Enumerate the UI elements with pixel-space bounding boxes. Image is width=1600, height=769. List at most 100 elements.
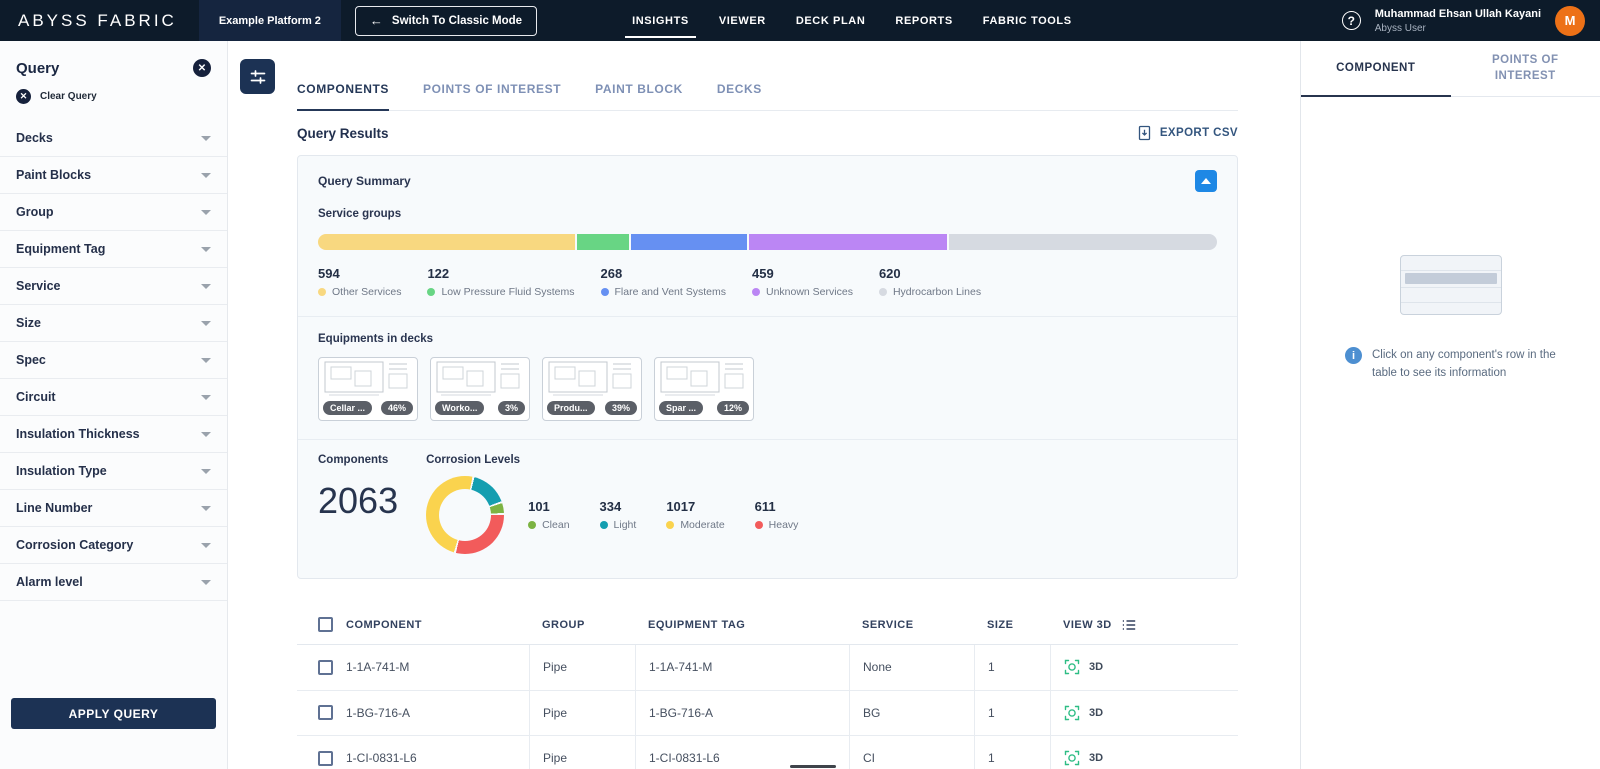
platform-selector[interactable]: Example Platform 2 bbox=[199, 0, 341, 41]
export-csv-button[interactable]: EXPORT CSV bbox=[1137, 125, 1238, 141]
cell-view3d[interactable]: 3D bbox=[1050, 645, 1238, 690]
components-table-body: 1-1A-741-MPipe1-1A-741-MNone13D1-BG-716-… bbox=[297, 645, 1238, 769]
table-row[interactable]: 1-BG-716-APipe1-BG-716-ABG13D bbox=[297, 691, 1238, 737]
equipments-in-decks-title: Equipments in decks bbox=[318, 333, 1217, 345]
legend-value: 594 bbox=[318, 266, 401, 281]
cell-text: 3D bbox=[1089, 752, 1103, 764]
switch-classic-mode-button[interactable]: ← Switch To Classic Mode bbox=[355, 6, 537, 36]
corrosion-levels-block: Corrosion Levels 101Clean334Light1017Mod… bbox=[426, 454, 798, 554]
view-3d-icon bbox=[1064, 750, 1080, 766]
column-header-label: VIEW 3D bbox=[1063, 619, 1112, 631]
column-header-equipment-tag[interactable]: EQUIPMENT TAG bbox=[635, 619, 849, 631]
column-header-view-3d[interactable]: VIEW 3D bbox=[1050, 619, 1238, 631]
tab-decks[interactable]: DECKS bbox=[717, 74, 762, 110]
column-header-component[interactable]: COMPONENT bbox=[297, 617, 529, 632]
user-block[interactable]: Muhammad Ehsan Ullah Kayani Abyss User bbox=[1375, 7, 1541, 33]
filter-alarm-level[interactable]: Alarm level bbox=[0, 564, 227, 601]
tune-sliders-icon bbox=[249, 68, 267, 86]
table-row[interactable]: 1-1A-741-MPipe1-1A-741-MNone13D bbox=[297, 645, 1238, 691]
export-csv-label: EXPORT CSV bbox=[1160, 127, 1238, 139]
deck-thumbnail-cellar[interactable]: Cellar ...46% bbox=[318, 357, 418, 421]
query-sidebar-header: Query ✕ bbox=[0, 41, 227, 81]
collapse-summary-button[interactable] bbox=[1195, 170, 1217, 192]
deck-thumbnail-spar[interactable]: Spar ...12% bbox=[654, 357, 754, 421]
filter-label: Size bbox=[16, 316, 41, 330]
filter-corrosion-category[interactable]: Corrosion Category bbox=[0, 527, 227, 564]
legend-text: Moderate bbox=[680, 519, 724, 531]
column-header-service[interactable]: SERVICE bbox=[849, 619, 974, 631]
query-title: Query bbox=[16, 60, 59, 77]
legend-name: Unknown Services bbox=[752, 286, 853, 298]
chevron-down-icon bbox=[201, 210, 211, 215]
tab-paint-block[interactable]: PAINT BLOCK bbox=[595, 74, 683, 110]
close-query-panel-icon[interactable]: ✕ bbox=[193, 59, 211, 77]
results-tabs: COMPONENTS POINTS OF INTEREST PAINT BLOCK D… bbox=[297, 74, 1238, 111]
nav-reports[interactable]: REPORTS bbox=[895, 0, 952, 41]
cell-view3d[interactable]: 3D bbox=[1050, 736, 1238, 769]
nav-fabric-tools[interactable]: FABRIC TOOLS bbox=[983, 0, 1072, 41]
nav-viewer[interactable]: VIEWER bbox=[719, 0, 766, 41]
horizontal-scrollbar-thumb[interactable] bbox=[790, 765, 836, 768]
components-table-header: COMPONENT GROUP EQUIPMENT TAGSERVICESIZE VI… bbox=[297, 605, 1238, 645]
components-count-block: Components 2063 bbox=[318, 454, 398, 554]
switch-classic-mode-label: Switch To Classic Mode bbox=[392, 15, 522, 27]
row-checkbox[interactable] bbox=[318, 660, 333, 675]
results-content: COMPONENTS POINTS OF INTEREST PAINT BLOCK D… bbox=[297, 74, 1238, 769]
filter-line-number[interactable]: Line Number bbox=[0, 490, 227, 527]
legend-name: Moderate bbox=[666, 519, 724, 531]
detail-panel-tabs: COMPONENTPOINTS OF INTEREST bbox=[1301, 41, 1600, 97]
cell-view3d[interactable]: 3D bbox=[1050, 691, 1238, 736]
deck-badges: Produ...39% bbox=[547, 401, 637, 415]
toggle-query-panel-button[interactable] bbox=[240, 59, 275, 94]
back-arrow-icon: ← bbox=[370, 13, 383, 28]
cell-text: 1 bbox=[988, 751, 995, 765]
filter-insulation-thickness[interactable]: Insulation Thickness bbox=[0, 416, 227, 453]
chevron-down-icon bbox=[201, 247, 211, 252]
detail-tab-component[interactable]: COMPONENT bbox=[1301, 41, 1451, 96]
select-all-checkbox[interactable] bbox=[318, 617, 333, 632]
column-header-label: GROUP bbox=[542, 619, 585, 631]
nav-insights[interactable]: INSIGHTS bbox=[632, 0, 689, 41]
clear-query-button[interactable]: ✕ Clear Query bbox=[0, 81, 227, 104]
column-header-group[interactable]: GROUP bbox=[529, 619, 635, 631]
components-table: COMPONENT GROUP EQUIPMENT TAGSERVICESIZE VI… bbox=[297, 605, 1238, 769]
cell-component: 1-CI-0831-L6 bbox=[297, 736, 529, 769]
column-header-size[interactable]: SIZE bbox=[974, 619, 1050, 631]
deck-thumbnail-produ[interactable]: Produ...39% bbox=[542, 357, 642, 421]
table-row[interactable]: 1-CI-0831-L6Pipe1-CI-0831-L6CI13D bbox=[297, 736, 1238, 769]
legend-text: Other Services bbox=[332, 286, 401, 298]
cell-text: 3D bbox=[1089, 661, 1103, 673]
avatar[interactable]: M bbox=[1555, 6, 1585, 36]
filter-circuit[interactable]: Circuit bbox=[0, 379, 227, 416]
filter-paint-blocks[interactable]: Paint Blocks bbox=[0, 157, 227, 194]
apply-query-button[interactable]: APPLY QUERY bbox=[11, 698, 216, 729]
help-icon[interactable]: ? bbox=[1342, 11, 1361, 30]
cell-text: 1 bbox=[988, 660, 995, 674]
legend-text: Low Pressure Fluid Systems bbox=[441, 286, 574, 298]
view-list-icon bbox=[1122, 619, 1136, 631]
filter-decks[interactable]: Decks bbox=[0, 120, 227, 157]
components-total: 2063 bbox=[318, 480, 398, 522]
chevron-down-icon bbox=[201, 506, 211, 511]
tab-points-of-interest[interactable]: POINTS OF INTEREST bbox=[423, 74, 561, 110]
legend-text: Hydrocarbon Lines bbox=[893, 286, 981, 298]
cell-text: 1-1A-741-M bbox=[649, 660, 712, 674]
tab-components[interactable]: COMPONENTS bbox=[297, 74, 389, 110]
detail-tab-points-of-interest[interactable]: POINTS OF INTEREST bbox=[1451, 41, 1600, 96]
row-checkbox[interactable] bbox=[318, 751, 333, 766]
components-corrosion-section: Components 2063 Corrosion Levels 101Clea… bbox=[298, 440, 1237, 578]
filter-label: Alarm level bbox=[16, 575, 83, 589]
filter-label: Line Number bbox=[16, 501, 92, 515]
bar-segment-hydrocarbon-lines bbox=[949, 234, 1217, 250]
filter-insulation-type[interactable]: Insulation Type bbox=[0, 453, 227, 490]
filter-service[interactable]: Service bbox=[0, 268, 227, 305]
filter-group[interactable]: Group bbox=[0, 194, 227, 231]
deck-thumbnail-worko[interactable]: Worko...3% bbox=[430, 357, 530, 421]
row-checkbox[interactable] bbox=[318, 705, 333, 720]
filter-size[interactable]: Size bbox=[0, 305, 227, 342]
bar-segment-low-pressure-fluid-systems bbox=[577, 234, 630, 250]
filter-equipment-tag[interactable]: Equipment Tag bbox=[0, 231, 227, 268]
legend-dot bbox=[752, 288, 760, 296]
filter-spec[interactable]: Spec bbox=[0, 342, 227, 379]
nav-deck-plan[interactable]: DECK PLAN bbox=[796, 0, 866, 41]
